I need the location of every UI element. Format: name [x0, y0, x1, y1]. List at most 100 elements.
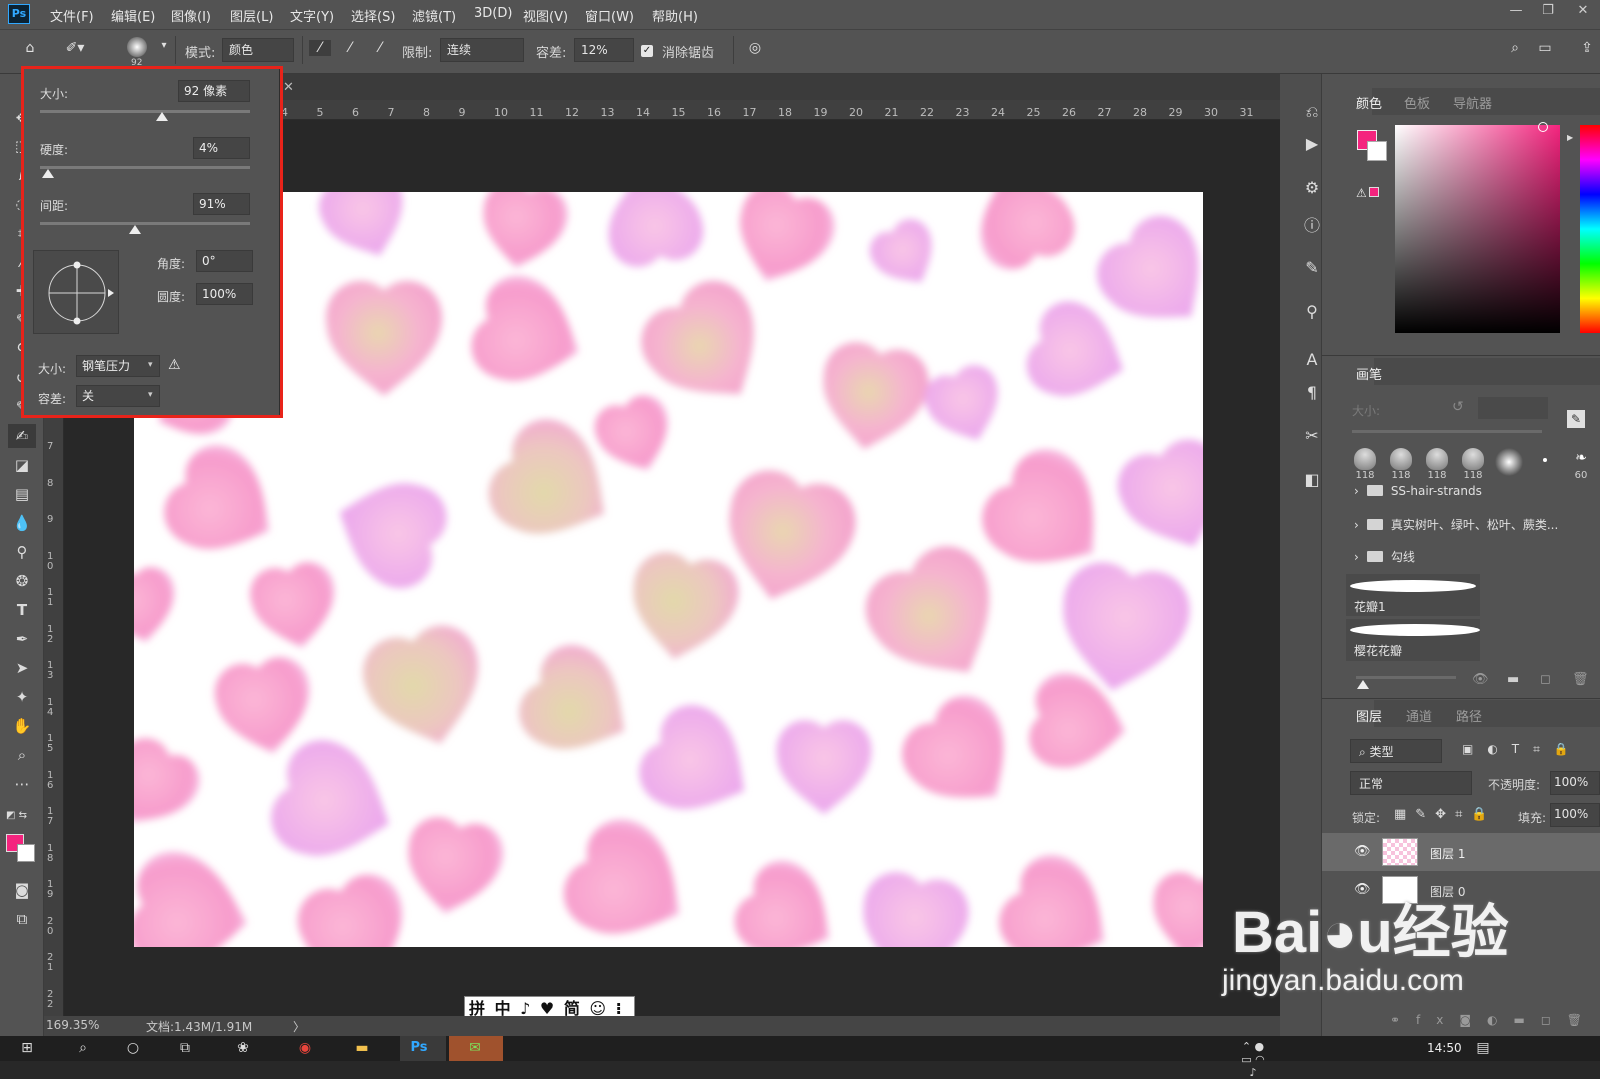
brush-preset[interactable]: 118	[1386, 448, 1416, 488]
brush-preset[interactable]	[1530, 448, 1560, 488]
limit-select[interactable]: 连续	[440, 38, 524, 62]
menu-3d[interactable]: 3D(D)	[474, 6, 512, 21]
brush-settings-icon[interactable]: ✎	[1299, 258, 1325, 277]
canvas-artwork[interactable]	[134, 192, 1203, 947]
brush-preset[interactable]: 118	[1458, 448, 1488, 488]
adjustments-icon[interactable]: ⚙	[1299, 178, 1325, 197]
home-icon[interactable]: ⌂	[19, 40, 41, 56]
brush-folder[interactable]: › 勾线	[1354, 548, 1415, 565]
hand-tool-icon[interactable]: ✋	[8, 714, 36, 738]
task-view-icon[interactable]: ⧉	[172, 1040, 198, 1056]
menu-help[interactable]: 帮助(H)	[652, 6, 698, 25]
blur-tool-icon[interactable]: 💧	[8, 511, 36, 535]
cortana-icon[interactable]: ○	[120, 1040, 146, 1056]
pressure-icon[interactable]: ◎	[744, 40, 766, 56]
menu-file[interactable]: 文件(F)	[50, 6, 94, 25]
antialias-checkbox[interactable]: ✓	[641, 45, 653, 57]
layer-actions-icons[interactable]: ⚭fx◙◐▬◻🗑	[1390, 1013, 1598, 1027]
sample-background-icon[interactable]: ⁄	[369, 40, 391, 56]
hue-slider[interactable]	[1580, 125, 1600, 333]
more-tools-icon[interactable]: ⋯	[8, 772, 36, 796]
tab-color[interactable]: 颜色	[1356, 93, 1382, 112]
eraser-tool-icon[interactable]: ◪	[8, 453, 36, 477]
close-tab-icon[interactable]: ✕	[283, 80, 294, 95]
chrome-icon[interactable]: ◉	[292, 1040, 318, 1056]
menu-select[interactable]: 选择(S)	[351, 6, 395, 25]
tool-preset-icon[interactable]: ✐▾	[64, 40, 86, 56]
tray-icons[interactable]: ⌃ ● ▭ ◠ ♪	[1240, 1040, 1266, 1079]
menu-image[interactable]: 图像(I)	[171, 6, 211, 25]
reset-icon[interactable]: ↺	[1452, 399, 1464, 415]
notification-icon[interactable]: ▤	[1470, 1040, 1496, 1056]
shape-tool-icon[interactable]: ✦	[8, 685, 36, 709]
sponge-tool-icon[interactable]: ❂	[8, 569, 36, 593]
panel-background-swatch[interactable]	[1367, 141, 1387, 161]
brush-preset[interactable]: ❧ 60	[1566, 448, 1596, 488]
mode-select[interactable]: 颜色	[222, 38, 294, 62]
brush-preview-icon[interactable]	[127, 37, 147, 57]
eye-icon[interactable]: 👁	[1354, 844, 1371, 859]
brush-dropdown-chevron-icon[interactable]: ▾	[153, 40, 175, 51]
screen-mode-icon[interactable]: ⧉	[8, 907, 36, 931]
brush-folder[interactable]: › 真实树叶、绿叶、松叶、蕨类...	[1354, 516, 1558, 533]
close-button[interactable]: ✕	[1572, 3, 1594, 23]
tab-navigator[interactable]: 导航器	[1453, 93, 1492, 112]
file-explorer-icon[interactable]: ▬	[349, 1040, 375, 1056]
paragraph-icon[interactable]: ¶	[1299, 383, 1325, 402]
menu-window[interactable]: 窗口(W)	[585, 6, 634, 25]
brush-edit-icon[interactable]: ✎	[1567, 410, 1585, 428]
brush-size-input[interactable]	[1478, 397, 1548, 419]
color-picker-field[interactable]	[1395, 125, 1560, 333]
menu-layer[interactable]: 图层(L)	[230, 6, 273, 25]
pen-tool-icon[interactable]: ✒	[8, 627, 36, 651]
delete-brush-icon[interactable]: 🗑	[1572, 672, 1589, 687]
background-color-swatch[interactable]	[17, 844, 35, 862]
zoom-tool-icon[interactable]: ⌕	[8, 743, 36, 767]
app-icon[interactable]: ❀	[230, 1040, 256, 1056]
path-select-tool-icon[interactable]: ➤	[8, 656, 36, 680]
tool-presets-icon[interactable]: ✂	[1299, 426, 1325, 445]
zoom-level[interactable]: 169.35%	[46, 1018, 99, 1032]
color-picker-marker[interactable]	[1538, 122, 1548, 132]
brush-folder[interactable]: › SS-hair-strands	[1354, 484, 1482, 498]
menu-filter[interactable]: 滤镜(T)	[412, 6, 456, 25]
type-tool-icon[interactable]: T	[8, 598, 36, 622]
tab-paths[interactable]: 路径	[1456, 706, 1482, 725]
properties-icon[interactable]: ◧	[1299, 470, 1325, 489]
thumbnail-size-thumb[interactable]	[1357, 680, 1369, 689]
dodge-tool-icon[interactable]: ⚲	[8, 540, 36, 564]
info-icon[interactable]: ⓘ	[1299, 212, 1325, 236]
restore-button[interactable]: ❐	[1537, 3, 1559, 23]
search-icon[interactable]: ⌕	[1504, 40, 1526, 56]
toggle-visibility-icon[interactable]: 👁	[1472, 672, 1489, 687]
blend-mode-select[interactable]: 正常	[1350, 771, 1472, 795]
sample-continuous-icon[interactable]: ⁄	[309, 40, 331, 56]
layer-name[interactable]: 图层 1	[1430, 845, 1465, 862]
quick-mask-icon[interactable]: ◙	[8, 878, 36, 902]
gradient-tool-icon[interactable]: ▤	[8, 482, 36, 506]
menu-edit[interactable]: 编辑(E)	[111, 6, 155, 25]
new-folder-icon[interactable]: ▬	[1507, 672, 1519, 687]
tab-swatches[interactable]: 色板	[1404, 93, 1430, 112]
layer-filter-select[interactable]: ⌕ 类型	[1350, 739, 1442, 763]
minimize-button[interactable]: —	[1505, 3, 1527, 23]
status-menu-arrow-icon[interactable]: 〉	[293, 1018, 305, 1035]
fill-input[interactable]: 100%	[1550, 803, 1600, 827]
tab-layers[interactable]: 图层	[1356, 706, 1382, 725]
tab-channels[interactable]: 通道	[1406, 706, 1432, 725]
workspace-icon[interactable]: ▭	[1534, 40, 1556, 56]
share-icon[interactable]: ⇪	[1576, 40, 1598, 56]
lock-options-icons[interactable]: ▦✎✥⌗🔒	[1394, 807, 1497, 822]
brush-preset[interactable]: 118	[1350, 448, 1380, 488]
new-brush-icon[interactable]: ◻	[1540, 672, 1551, 687]
sample-once-icon[interactable]: ⁄	[339, 40, 361, 56]
clock[interactable]: 14:50	[1427, 1041, 1462, 1055]
windows-start-icon[interactable]: ⊞	[14, 1040, 40, 1056]
search-icon[interactable]: ⌕	[70, 1040, 96, 1056]
color-replace-tool-icon[interactable]: ✍	[8, 424, 36, 448]
tolerance-input[interactable]: 12%	[574, 38, 634, 62]
clone-source-icon[interactable]: ⚲	[1299, 302, 1325, 321]
brush-size-slider[interactable]	[1352, 430, 1542, 433]
layer-filter-icons[interactable]: ▣◐T⌗🔒	[1462, 742, 1583, 757]
thumbnail-size-slider[interactable]	[1356, 676, 1456, 679]
